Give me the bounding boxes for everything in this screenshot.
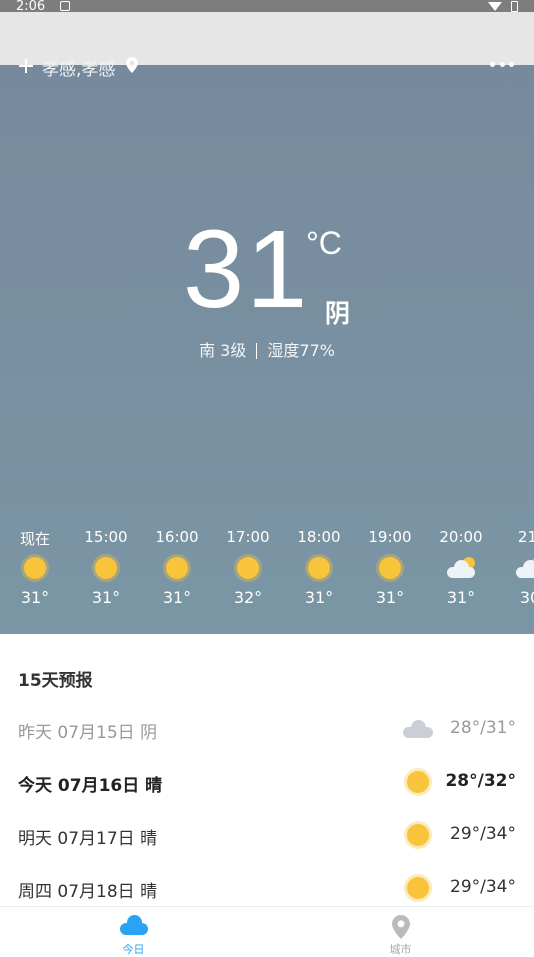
wind-info: 南 3级 bbox=[199, 341, 247, 360]
tab-today[interactable]: 今日 bbox=[0, 907, 267, 956]
sun-icon bbox=[166, 557, 188, 579]
wifi-icon bbox=[488, 2, 502, 11]
forecast-row[interactable]: 昨天 07月15日 阴 28°/31° bbox=[0, 710, 534, 750]
bottom-navigation: 今日 城市 bbox=[0, 906, 534, 956]
cloud-icon bbox=[119, 915, 148, 935]
current-temperature: 31 bbox=[183, 208, 310, 331]
hourly-temp: 32° bbox=[233, 588, 263, 607]
hourly-time: 现在 bbox=[19, 530, 50, 548]
hourly-item: 20:00 31° bbox=[431, 528, 491, 607]
divider bbox=[256, 343, 258, 359]
tab-cities[interactable]: 城市 bbox=[267, 907, 534, 956]
sun-icon bbox=[407, 824, 429, 846]
temperature-unit: °C bbox=[306, 225, 342, 261]
location-pin-icon bbox=[126, 57, 138, 73]
hourly-forecast[interactable]: 现在 31° 15:00 31° 16:00 31° 17:00 32° 18:… bbox=[0, 528, 534, 618]
sun-icon bbox=[379, 557, 401, 579]
hourly-time: 20:00 bbox=[439, 528, 483, 546]
sun-icon bbox=[24, 557, 46, 579]
sun-icon bbox=[407, 877, 429, 899]
location-pin-icon bbox=[391, 915, 410, 939]
header-row: 孝感,孝感 bbox=[0, 56, 534, 84]
hourly-temp: 31° bbox=[446, 588, 476, 607]
hourly-temp: 31° bbox=[162, 588, 192, 607]
daily-forecast-panel: 15天预报 昨天 07月15日 阴 28°/31° 今天 07月16日 晴 28… bbox=[0, 634, 534, 906]
partly-cloudy-icon bbox=[514, 557, 534, 579]
city-name[interactable]: 孝感,孝感 bbox=[42, 55, 115, 80]
forecast-range: 28°/32° bbox=[445, 771, 516, 791]
partly-cloudy-icon bbox=[445, 557, 477, 579]
hourly-item: 18:00 31° bbox=[289, 528, 349, 607]
sun-icon bbox=[95, 557, 117, 579]
hourly-time: 19:00 bbox=[368, 528, 412, 546]
wind-humidity-row: 南 3级 湿度77% bbox=[0, 337, 534, 361]
forecast-row[interactable]: 明天 07月17日 晴 29°/34° bbox=[0, 816, 534, 856]
forecast-range: 28°/31° bbox=[450, 718, 516, 738]
forecast-day-label: 今天 07月16日 晴 bbox=[18, 776, 163, 796]
sun-icon bbox=[308, 557, 330, 579]
hourly-temp: 31° bbox=[304, 588, 334, 607]
status-bar: 2:06 bbox=[0, 0, 534, 14]
forecast-row[interactable]: 周四 07月18日 晴 29°/34° bbox=[0, 869, 534, 909]
notification-icon bbox=[60, 1, 70, 11]
hourly-item: 21: 30 bbox=[500, 528, 534, 607]
sun-icon bbox=[237, 557, 259, 579]
hourly-time: 16:00 bbox=[155, 528, 199, 546]
forecast-day-label: 周四 07月18日 晴 bbox=[18, 882, 158, 902]
sun-icon bbox=[407, 771, 429, 793]
tab-label: 今日 bbox=[122, 943, 145, 956]
hourly-time: 21: bbox=[517, 528, 534, 546]
forecast-title: 15天预报 bbox=[18, 671, 93, 691]
forecast-day-label: 明天 07月17日 晴 bbox=[18, 829, 158, 849]
hourly-item: 17:00 32° bbox=[218, 528, 278, 607]
hourly-temp: 30 bbox=[519, 588, 534, 607]
hourly-time: 15:00 bbox=[84, 528, 128, 546]
more-options-icon[interactable] bbox=[490, 60, 514, 68]
add-city-icon[interactable] bbox=[16, 56, 36, 76]
humidity-info: 湿度77% bbox=[267, 341, 335, 360]
hourly-time: 17:00 bbox=[226, 528, 270, 546]
current-weather-panel: 孝感,孝感 31 °C 阴 南 3级 湿度77% 现在 31° 15:00 31°… bbox=[0, 57, 534, 634]
hourly-item: 19:00 31° bbox=[360, 528, 420, 607]
hourly-item: 15:00 31° bbox=[76, 528, 136, 607]
forecast-range: 29°/34° bbox=[450, 877, 516, 897]
current-condition: 阴 bbox=[325, 299, 351, 328]
hourly-temp: 31° bbox=[91, 588, 121, 607]
hourly-item: 现在 31° bbox=[5, 528, 65, 607]
forecast-row[interactable]: 今天 07月16日 晴 28°/32° bbox=[0, 763, 534, 803]
hourly-time: 18:00 bbox=[297, 528, 341, 546]
cloud-icon bbox=[403, 719, 433, 739]
hourly-temp: 31° bbox=[375, 588, 405, 607]
tab-label: 城市 bbox=[389, 943, 412, 956]
hourly-temp: 31° bbox=[20, 588, 50, 607]
battery-icon bbox=[511, 1, 518, 12]
forecast-range: 29°/34° bbox=[450, 824, 516, 844]
forecast-day-label: 昨天 07月15日 阴 bbox=[18, 723, 158, 743]
hourly-item: 16:00 31° bbox=[147, 528, 207, 607]
